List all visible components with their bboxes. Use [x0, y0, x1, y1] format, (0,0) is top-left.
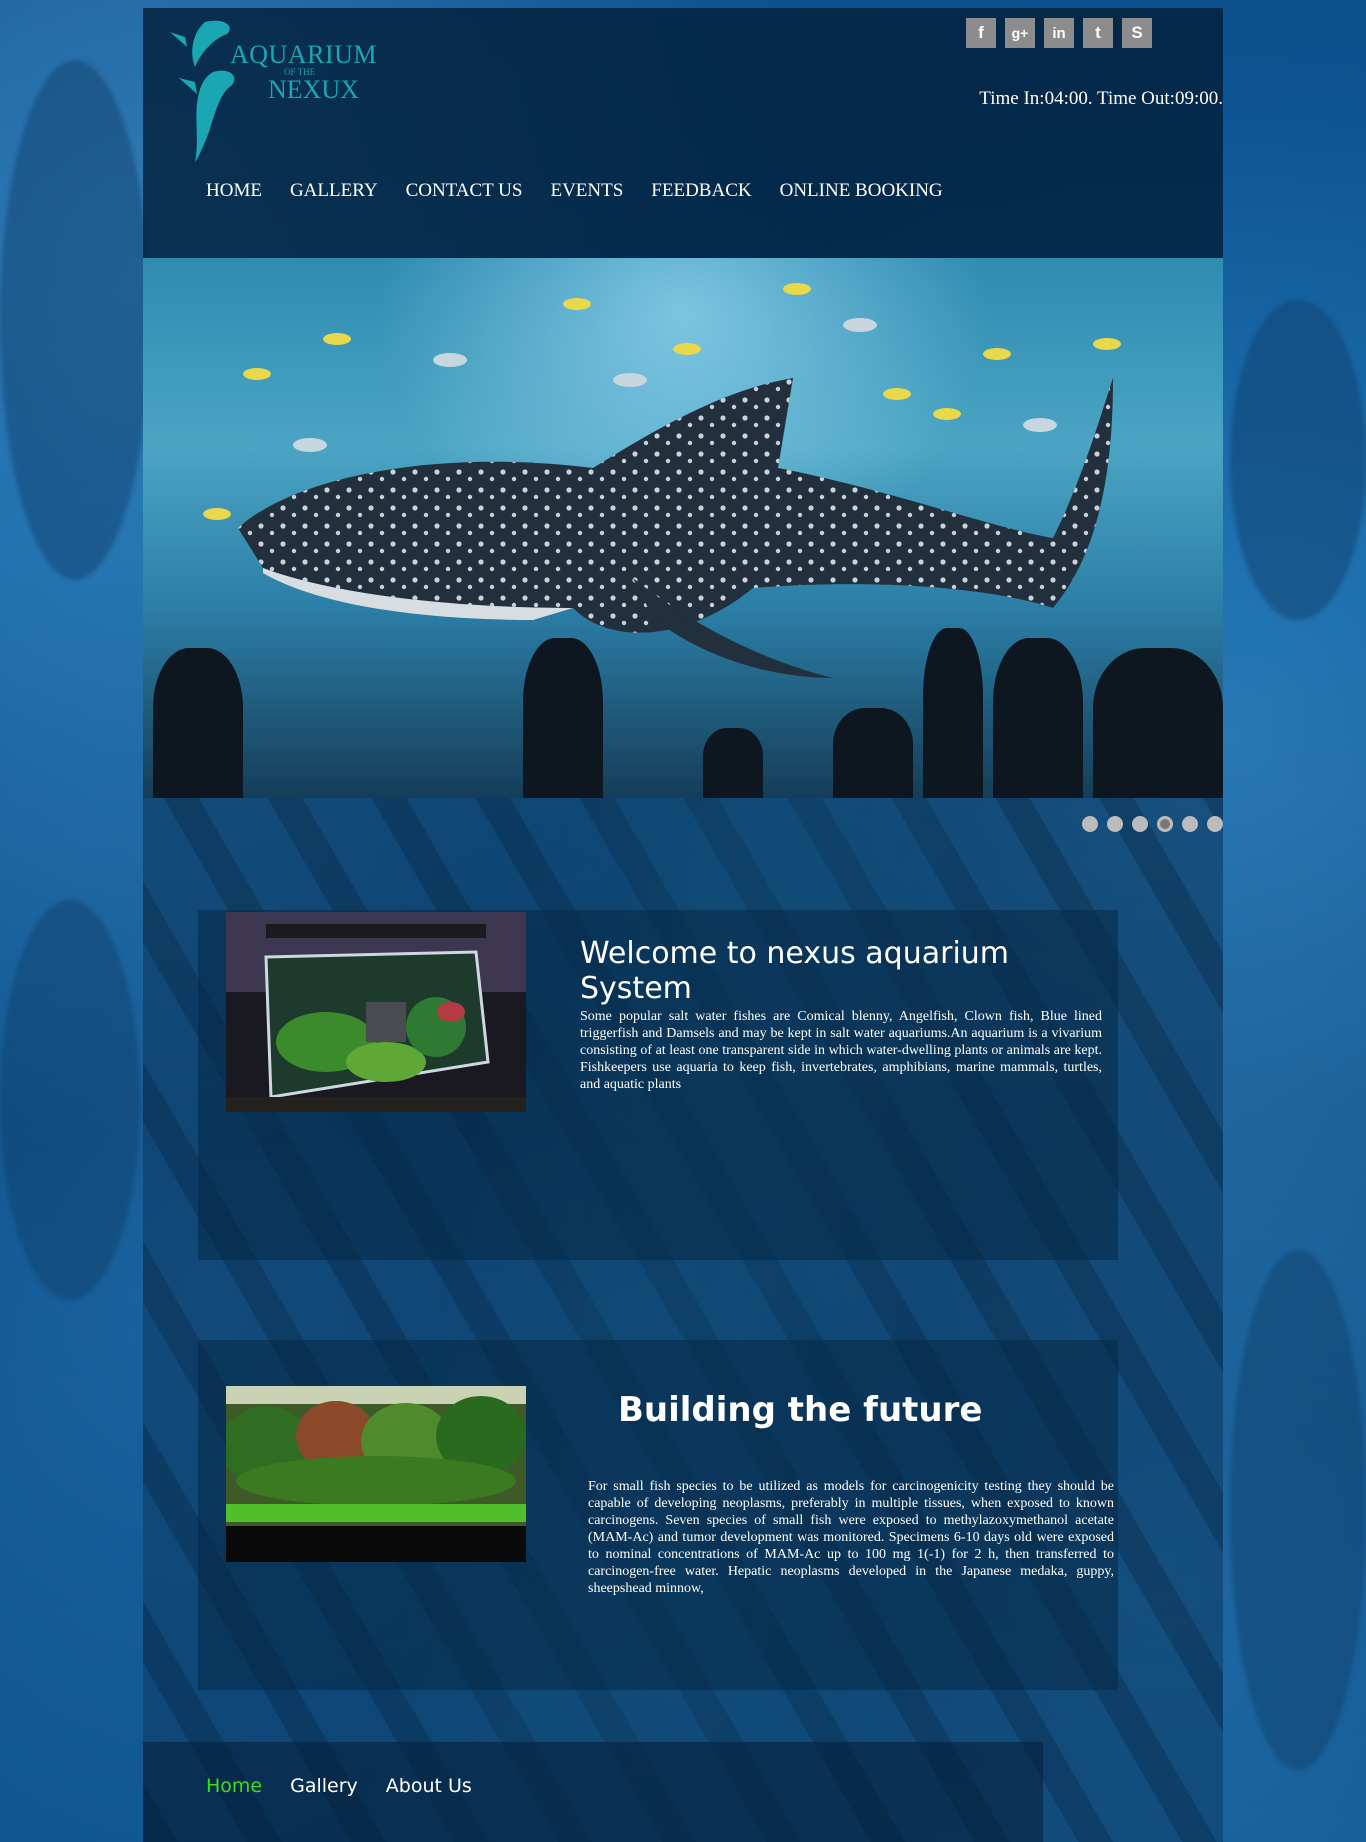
nav-contact-us[interactable]: CONTACT US: [406, 180, 523, 202]
slider-pagination: [1082, 816, 1223, 832]
site-footer: Home Gallery About Us: [143, 1742, 1043, 1842]
slider-dot-1[interactable]: [1082, 816, 1098, 832]
background-reef: [1230, 300, 1366, 620]
page-wrapper: AQUARIUM OF THE NEXUX f g+ in t S Time I…: [143, 8, 1223, 1842]
aquarium-tank-image: [226, 912, 526, 1112]
footer-link-gallery[interactable]: Gallery: [290, 1775, 358, 1797]
skype-icon[interactable]: S: [1122, 18, 1152, 48]
planted-aquarium-image: [226, 1386, 526, 1562]
slide-image-whale-shark: [143, 258, 1223, 798]
slider-dot-4[interactable]: [1157, 816, 1173, 832]
nav-feedback[interactable]: FEEDBACK: [651, 180, 751, 202]
footer-link-about-us[interactable]: About Us: [386, 1775, 472, 1797]
welcome-section: Welcome to nexus aquarium System Some po…: [198, 910, 1118, 1260]
future-title: Building the future: [618, 1390, 983, 1430]
twitter-icon[interactable]: t: [1083, 18, 1113, 48]
nav-home[interactable]: HOME: [206, 180, 262, 202]
social-links: f g+ in t S: [966, 18, 1152, 48]
slider-dot-5[interactable]: [1182, 816, 1198, 832]
logo-wordmark: AQUARIUM OF THE NEXUX: [230, 42, 377, 103]
background-reef: [0, 900, 140, 1300]
nav-events[interactable]: EVENTS: [550, 180, 623, 202]
footer-link-home[interactable]: Home: [206, 1775, 262, 1797]
welcome-title: Welcome to nexus aquarium System: [580, 936, 1010, 1006]
visitor-silhouette: [523, 638, 603, 798]
linkedin-icon[interactable]: in: [1044, 18, 1074, 48]
visitor-silhouette: [153, 648, 243, 798]
background-reef: [0, 60, 150, 580]
google-plus-icon[interactable]: g+: [1005, 18, 1035, 48]
slider-dot-3[interactable]: [1132, 816, 1148, 832]
hero-slider: [143, 258, 1223, 798]
slider-dot-6[interactable]: [1207, 816, 1223, 832]
logo-line-aquarium: AQUARIUM: [230, 40, 377, 69]
main-nav: HOME GALLERY CONTACT US EVENTS FEEDBACK …: [206, 180, 943, 202]
visitor-silhouette: [1093, 648, 1223, 798]
background-reef: [1230, 1250, 1366, 1770]
facebook-icon[interactable]: f: [966, 18, 996, 48]
future-text: For small fish species to be utilized as…: [588, 1479, 1114, 1596]
nav-gallery[interactable]: GALLERY: [290, 180, 378, 202]
logo-line-nexux: NEXUX: [268, 75, 359, 104]
nav-online-booking[interactable]: ONLINE BOOKING: [780, 180, 943, 202]
future-section: Building the future For small fish speci…: [198, 1340, 1118, 1690]
site-logo[interactable]: AQUARIUM OF THE NEXUX: [165, 12, 377, 162]
visitor-silhouette: [993, 638, 1083, 798]
opening-hours: Time In:04:00. Time Out:09:00.: [979, 88, 1223, 109]
visitor-silhouette: [833, 708, 913, 798]
slider-dot-2[interactable]: [1107, 816, 1123, 832]
welcome-text: Some popular salt water fishes are Comic…: [580, 1009, 1102, 1092]
visitor-silhouette: [923, 628, 983, 798]
footer-nav: Home Gallery About Us: [206, 1775, 472, 1797]
whale-shark-graphic: [238, 378, 1113, 678]
site-header: AQUARIUM OF THE NEXUX f g+ in t S Time I…: [143, 8, 1223, 258]
visitor-silhouette: [703, 728, 763, 798]
